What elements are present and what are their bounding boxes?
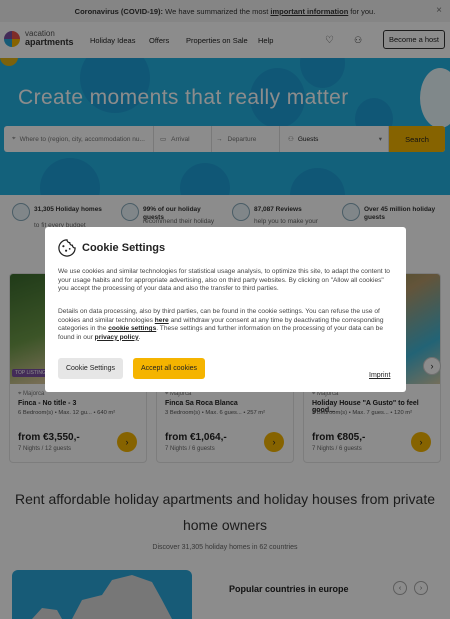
cookie-settings-button[interactable]: Cookie Settings [58, 358, 123, 379]
page: Coronavirus (COVID-19): We have summariz… [0, 0, 450, 619]
cookie-icon [58, 239, 76, 257]
cookie-settings-link[interactable]: cookie settings [108, 325, 156, 332]
cookie-modal-title: Cookie Settings [82, 242, 166, 254]
cookie-paragraph-2: Details on data processing, also by thir… [58, 308, 384, 341]
privacy-policy-link[interactable]: privacy policy [95, 334, 139, 341]
cookie-settings-modal: Cookie Settings We use cookies and simil… [45, 227, 406, 392]
imprint-link[interactable]: Imprint [369, 372, 390, 379]
accept-all-cookies-button[interactable]: Accept all cookies [133, 358, 205, 379]
cookie-paragraph-1: We use cookies and similar technologies … [58, 268, 390, 293]
here-link[interactable]: here [155, 317, 169, 324]
